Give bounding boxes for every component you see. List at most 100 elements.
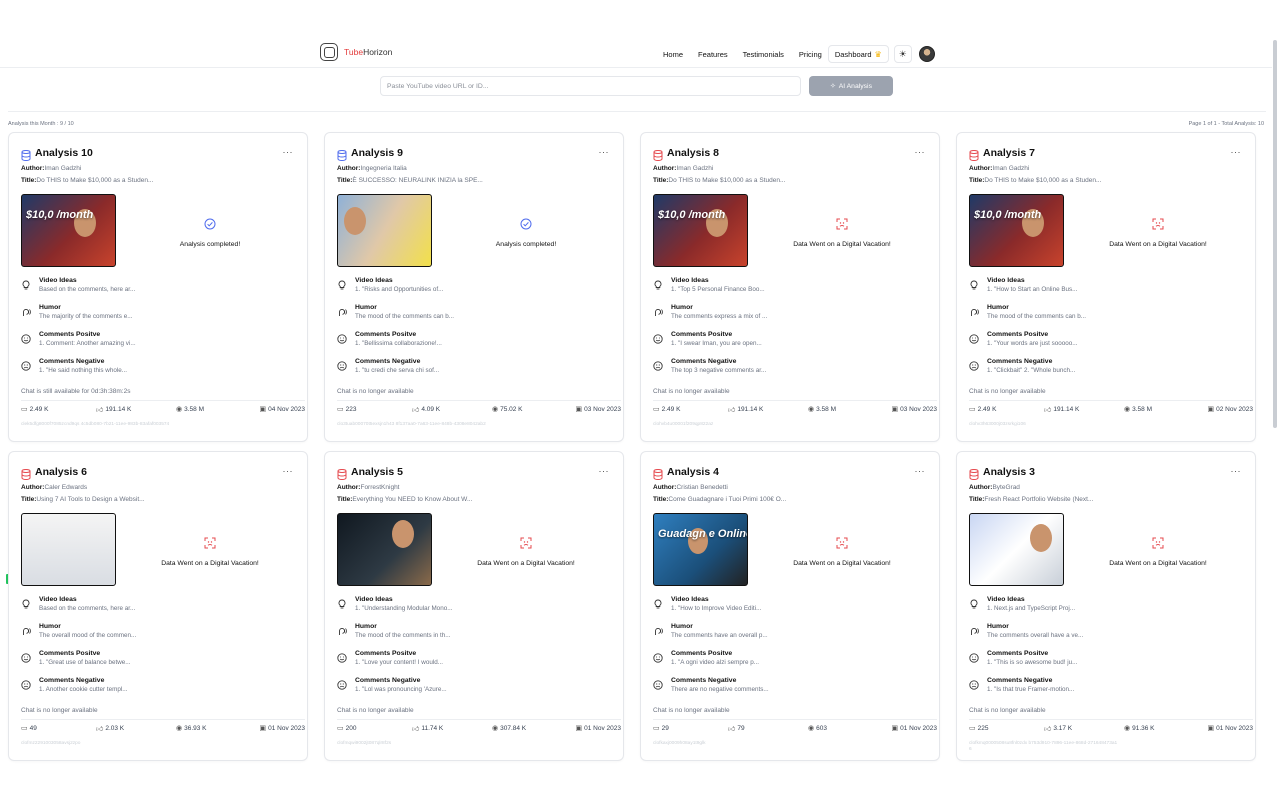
stats-divider [21,400,305,401]
analysis-date: ▣ 01 Nov 2023 [259,724,306,733]
video-thumbnail[interactable] [337,194,432,267]
negative-comments-section[interactable]: Comments Negative The top 3 negative com… [653,357,933,384]
humor-section[interactable]: Humor The mood of the comments can b... [337,303,617,330]
humor-section[interactable]: Humor The overall mood of the commen... [21,622,301,649]
negative-comments-section[interactable]: Comments Negative 1. "Lol was pronouncin… [337,676,617,703]
video-thumbnail[interactable]: $10,0 /month [653,194,748,267]
video-url-input[interactable] [380,76,801,96]
main-nav: Home Features Testimonials Pricing Dashb… [663,45,935,63]
card-author: Author:Iman Gadzhi [653,165,714,172]
negative-comments-section[interactable]: Comments Negative There are no negative … [653,676,933,703]
positive-comments-section[interactable]: Comments Positve 1. "I swear Iman, you a… [653,330,933,357]
broken-frame-icon [836,536,848,549]
video-thumbnail[interactable] [969,513,1064,586]
video-ideas-section[interactable]: Video Ideas Based on the comments, here … [21,595,301,622]
user-avatar[interactable] [918,46,935,62]
video-ideas-section[interactable]: Video Ideas 1. "How to Start an Online B… [969,276,1249,303]
nav-testimonials-link[interactable]: Testimonials [743,50,784,59]
stats-divider [337,400,621,401]
humor-section[interactable]: Humor The mood of the comments in th... [337,622,617,649]
analysis-card[interactable]: Analysis 9 ··· Author:Ingegneria Italia … [324,132,624,442]
video-thumbnail[interactable]: $10,0 /month [969,194,1064,267]
more-options-icon[interactable]: ··· [915,147,926,157]
positive-comments-section[interactable]: Comments Positve 1. "Love your content! … [337,649,617,676]
positive-comments-section[interactable]: Comments Positve 1. "Bellissima collabor… [337,330,617,357]
video-ideas-section[interactable]: Video Ideas 1. "Understanding Modular Mo… [337,595,617,622]
video-thumbnail[interactable] [21,513,116,586]
chat-availability: Chat is no longer available [653,388,730,395]
card-header: Analysis 5 [337,466,403,480]
comment-icon: ▭ [21,406,28,413]
nav-pricing-link[interactable]: Pricing [799,50,822,59]
analysis-date: ▣ 03 Nov 2023 [575,405,622,414]
humor-section[interactable]: Humor The majority of the comments e... [21,303,301,330]
monthly-usage: Analysis this Month : 9 / 10 [8,121,74,127]
section-label: Humor [671,304,693,311]
video-ideas-section[interactable]: Video Ideas 1. "Risks and Opportunities … [337,276,617,303]
positive-comments-section[interactable]: Comments Positve 1. "This is so awesome … [969,649,1249,676]
section-preview: The mood of the comments can b... [987,313,1087,320]
video-thumbnail[interactable] [337,513,432,586]
more-options-icon[interactable]: ··· [1231,147,1242,157]
card-header: Analysis 9 [337,147,403,161]
analysis-card[interactable]: Analysis 7 ··· Author:Iman Gadzhi Title:… [956,132,1256,442]
negative-comments-section[interactable]: Comments Negative 1. Another cookie cutt… [21,676,301,703]
negative-comments-section[interactable]: Comments Negative 1. "He said nothing th… [21,357,301,384]
analysis-card[interactable]: Analysis 5 ··· Author:ForrestKnight Titl… [324,451,624,761]
more-options-icon[interactable]: ··· [599,466,610,476]
section-label: Video Ideas [39,277,77,284]
analysis-date: ▣ 04 Nov 2023 [259,405,306,414]
humor-section[interactable]: Humor The comments express a mix of ... [653,303,933,330]
section-label: Comments Positve [39,331,101,338]
section-label: Video Ideas [355,277,393,284]
video-thumbnail[interactable]: $10,0 /month [21,194,116,267]
more-options-icon[interactable]: ··· [283,466,294,476]
like-count: 👍︎ 79 [728,725,745,733]
video-ideas-section[interactable]: Video Ideas Based on the comments, here … [21,276,301,303]
video-ideas-section[interactable]: Video Ideas 1. "Top 5 Personal Finance B… [653,276,933,303]
positive-comments-section[interactable]: Comments Positve 1. Comment: Another ama… [21,330,301,357]
more-options-icon[interactable]: ··· [283,147,294,157]
analysis-date: ▣ 02 Nov 2023 [1207,405,1254,414]
analysis-card[interactable]: Analysis 4 ··· Author:Cristian Benedetti… [640,451,940,761]
humor-section[interactable]: Humor The mood of the comments can b... [969,303,1249,330]
section-preview: 1. "He said nothing this whole... [39,367,127,374]
more-options-icon[interactable]: ··· [1231,466,1242,476]
negative-comments-section[interactable]: Comments Negative 1. "Is that true Frame… [969,676,1249,703]
humor-section[interactable]: Humor The comments have an overall p... [653,622,933,649]
chat-availability: Chat is no longer available [969,707,1046,714]
comment-icon: ▭ [21,725,28,732]
positive-comments-section[interactable]: Comments Positve 1. "Your words are just… [969,330,1249,357]
nav-features-link[interactable]: Features [698,50,728,59]
analysis-id: clofmqwi9002jt087qlr8f2s [337,741,392,746]
positive-comments-section[interactable]: Comments Positve 1. "Great use of balanc… [21,649,301,676]
page-scrollbar[interactable] [1273,40,1277,428]
analysis-card[interactable]: Analysis 10 ··· Author:Iman Gadzhi Title… [8,132,308,442]
analysis-id: clo3tuab00070t5exsjn1h43 8f137aa0-7a63-1… [337,422,486,427]
theme-toggle-button[interactable]: ☀ [893,45,912,63]
humor-section[interactable]: Humor The comments overall have a ve... [969,622,1249,649]
thumbnail-text: Guadagn e Online [658,528,748,540]
ai-analysis-button[interactable]: ✧ AI Analysis [809,76,893,96]
negative-comments-section[interactable]: Comments Negative 1. "tu credi che serva… [337,357,617,384]
card-video-title: Title:Do THIS to Make $10,000 as a Stude… [21,177,154,184]
more-options-icon[interactable]: ··· [915,466,926,476]
nav-home-link[interactable]: Home [663,50,683,59]
dashboard-button[interactable]: Dashboard ♛ [827,45,889,63]
negative-comments-section[interactable]: Comments Negative 1. "Clickbait" 2. "Who… [969,357,1249,384]
analysis-card[interactable]: Analysis 3 ··· Author:ByteGrad Title:Fre… [956,451,1256,761]
video-ideas-section[interactable]: Video Ideas 1. "How to Improve Video Edi… [653,595,933,622]
more-options-icon[interactable]: ··· [599,147,610,157]
video-ideas-section[interactable]: Video Ideas 1. Next.js and TypeScript Pr… [969,595,1249,622]
section-label: Comments Negative [39,358,105,365]
status-text: Analysis completed! [179,241,241,248]
video-thumbnail[interactable]: Guadagn e Online [653,513,748,586]
positive-comments-section[interactable]: Comments Positve 1. "A ogni video alzi s… [653,649,933,676]
analysis-card[interactable]: Analysis 6 ··· Author:Caler Edwards Titl… [8,451,308,761]
speaking-head-icon [969,304,979,316]
status-text: Data Went on a Digital Vacation! [477,560,575,567]
video-stats: ▭ 2.49 K 👍︎ 191.14 K ◉ 3.58 M ▣ 04 Nov 2023 [21,405,305,415]
analysis-card[interactable]: Analysis 8 ··· Author:Iman Gadzhi Title:… [640,132,940,442]
smile-icon [653,650,663,663]
brand-logo[interactable]: TubeHorizon [320,43,392,61]
